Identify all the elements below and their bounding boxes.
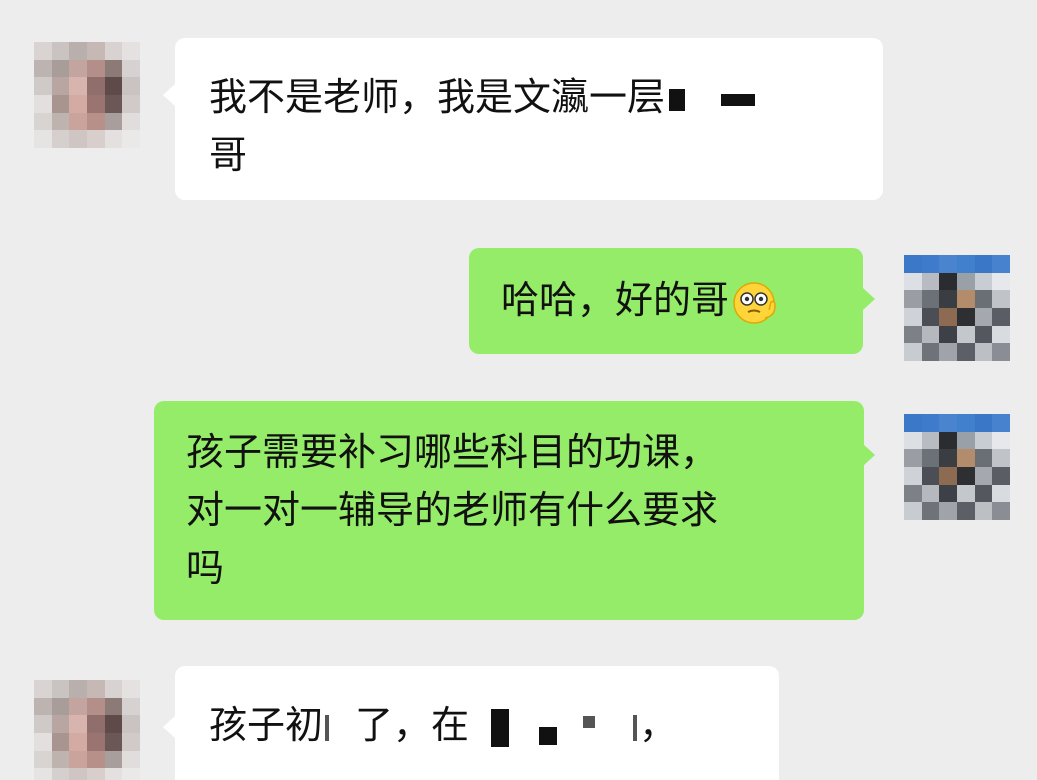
redaction-mark (633, 714, 638, 741)
message-text-line: 孩子需要补习哪些科目的功课， (186, 430, 719, 474)
redaction-mark (491, 708, 510, 747)
redaction-mark (539, 726, 558, 745)
message-text-line: 对一对一辅导的老师有什么要求 (186, 488, 719, 532)
bubble-tail (863, 288, 875, 310)
incoming-message-bubble[interactable]: 孩子初 了，在， (175, 666, 779, 780)
message-text-line: 哥 (209, 133, 248, 177)
bubble-tail (163, 716, 175, 738)
outgoing-message-bubble[interactable]: 哈哈，好的哥 (469, 248, 863, 354)
my-avatar[interactable] (904, 255, 1010, 361)
redaction-mark (583, 715, 596, 728)
chat-conversation: 我不是老师，我是文瀛一层 哥 哈哈，好的哥 孩子需要补习哪些科目的功课， 对一对… (0, 0, 1037, 780)
outgoing-message-bubble[interactable]: 孩子需要补习哪些科目的功课， 对一对一辅导的老师有什么要求 吗 (154, 401, 864, 620)
contact-avatar[interactable] (34, 42, 140, 148)
incoming-message-bubble[interactable]: 我不是老师，我是文瀛一层 哥 (175, 38, 883, 200)
message-text-line: 吗 (186, 546, 225, 590)
redaction-mark (325, 714, 330, 741)
my-avatar[interactable] (904, 414, 1010, 520)
contact-avatar[interactable] (34, 680, 140, 780)
redaction-mark (721, 93, 756, 106)
bubble-tail (163, 84, 175, 106)
bubble-tail (863, 444, 875, 466)
message-text-line: 我不是老师，我是文瀛一层 (209, 68, 849, 126)
message-text-line: 哈哈，好的哥 (501, 271, 831, 329)
message-text-line: 孩子初 了，在， (209, 703, 678, 747)
thinking-face-emoji-icon (731, 278, 781, 328)
redaction-mark (669, 88, 686, 111)
